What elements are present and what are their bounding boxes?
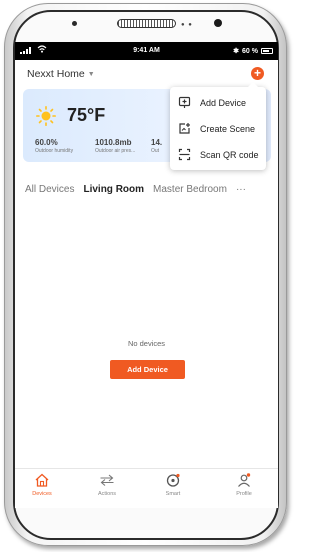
home-selector[interactable]: Nexxt Home ▼ <box>27 68 95 80</box>
scan-qr-icon <box>178 148 191 161</box>
front-sensor <box>72 21 77 26</box>
smart-icon <box>166 473 180 487</box>
stat-label: Out <box>151 148 160 154</box>
empty-state-message: No devices <box>127 339 166 348</box>
nav-devices[interactable]: Devices <box>17 473 67 497</box>
sun-icon <box>36 106 56 126</box>
stat-pressure: 1010.8mb Outdoor air pres... <box>95 138 135 154</box>
stat-value: 1010.8mb <box>95 138 132 147</box>
menu-label: Add Device <box>200 97 247 108</box>
tab-living-room[interactable]: Living Room <box>83 184 144 195</box>
stat-extra: 14. Out <box>151 138 162 154</box>
nav-label: Smart <box>165 491 181 497</box>
menu-item-scan-qr[interactable]: Scan QR code <box>170 142 266 167</box>
nav-label: Actions <box>97 491 117 497</box>
app-screen: 9:41 AM ✱ 60 % Nexxt Home ▼ + 75°F 60.0%… <box>15 42 278 508</box>
stat-label: Outdoor air pres... <box>95 148 136 154</box>
tab-master-bedroom[interactable]: Master Bedroom <box>153 184 227 195</box>
tab-all-devices[interactable]: All Devices <box>25 184 74 195</box>
add-device-button[interactable]: Add Device <box>110 360 185 379</box>
nav-label: Profile <box>236 491 252 497</box>
more-rooms-icon[interactable]: ··· <box>236 184 246 195</box>
stat-label: Outdoor humidity <box>35 148 74 154</box>
menu-item-add-device[interactable]: Add Device <box>170 90 266 115</box>
bottom-navigation: Devices Actions Smart Profile <box>15 468 278 508</box>
bluetooth-icon: ✱ <box>233 48 240 55</box>
stat-value: 60.0% <box>35 138 58 147</box>
status-right: ✱ 60 % <box>233 47 273 55</box>
status-bar: 9:41 AM ✱ 60 % <box>15 42 278 60</box>
add-device-icon <box>178 96 191 108</box>
nav-smart[interactable]: Smart <box>148 473 198 497</box>
home-icon <box>35 473 49 487</box>
room-tabs: All Devices Living Room Master Bedroom ·… <box>25 184 278 195</box>
add-dropdown-menu: Add Device Create Scene Scan QR code <box>170 82 266 170</box>
menu-label: Create Scene <box>200 123 256 134</box>
create-scene-icon <box>179 123 190 134</box>
add-menu-button[interactable]: + <box>251 67 264 80</box>
stat-humidity: 60.0% Outdoor humidity <box>35 138 73 154</box>
temperature: 75°F <box>67 105 106 125</box>
battery-percent: 60 % <box>242 47 258 55</box>
sensor-dots: ● ● <box>181 22 193 28</box>
nav-profile[interactable]: Profile <box>219 473 269 497</box>
nav-actions[interactable]: Actions <box>82 473 132 497</box>
menu-label: Scan QR code <box>200 149 259 160</box>
front-camera <box>214 19 222 27</box>
menu-item-create-scene[interactable]: Create Scene <box>170 116 266 141</box>
earpiece-speaker <box>117 19 176 28</box>
profile-icon <box>238 473 251 487</box>
battery-icon <box>261 48 273 54</box>
nav-label: Devices <box>32 491 52 497</box>
stat-value: 14. <box>151 138 163 147</box>
arrows-icon <box>100 474 114 486</box>
home-name: Nexxt Home <box>27 68 85 80</box>
caret-down-icon: ▼ <box>87 70 95 78</box>
